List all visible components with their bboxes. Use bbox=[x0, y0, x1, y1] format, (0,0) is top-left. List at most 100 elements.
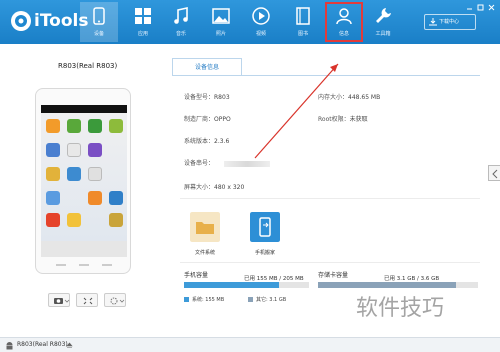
model-label: 设备型号： bbox=[184, 94, 215, 101]
section-divider bbox=[180, 198, 480, 199]
side-panel-toggle[interactable] bbox=[488, 165, 500, 181]
nav-toolbox[interactable]: 工具箱 bbox=[364, 2, 402, 42]
phone-move-button[interactable]: 手机搬家 bbox=[240, 212, 290, 256]
download-center-button[interactable]: 下载中心 bbox=[424, 14, 476, 30]
book-icon bbox=[296, 7, 310, 25]
phone-hardware-buttons bbox=[56, 264, 112, 266]
fullscreen-button[interactable] bbox=[76, 293, 98, 307]
app-icon bbox=[46, 191, 60, 205]
serial-value-blurred bbox=[224, 160, 271, 167]
nav-apps[interactable]: 应用 bbox=[124, 2, 162, 42]
nav-video-label: 视频 bbox=[255, 31, 266, 37]
info-version: 系统版本：2.3.6 bbox=[184, 136, 229, 145]
wrench-icon bbox=[376, 8, 391, 23]
nav-books-label: 图书 bbox=[297, 31, 308, 37]
info-vendor: 制造厂商：OPPO bbox=[184, 114, 231, 123]
music-app-icon bbox=[88, 143, 102, 157]
nav-books[interactable]: 图书 bbox=[284, 2, 322, 42]
phone-icon bbox=[93, 7, 105, 25]
screenshot-button[interactable] bbox=[48, 293, 70, 307]
nav-device-label: 设备 bbox=[93, 31, 104, 37]
minimize-icon[interactable] bbox=[466, 4, 473, 11]
video-icon bbox=[252, 7, 270, 25]
app-icon bbox=[109, 119, 123, 133]
vendor-label: 制造厂商： bbox=[184, 116, 215, 123]
nav-device[interactable]: 设备 bbox=[80, 2, 118, 42]
app-icon bbox=[88, 191, 102, 205]
other-legend-text: 其它: 3.1 GB bbox=[256, 297, 287, 303]
app-icon bbox=[46, 213, 60, 227]
section-divider bbox=[180, 262, 480, 263]
nav-music[interactable]: 音乐 bbox=[162, 2, 200, 42]
app-icon bbox=[67, 213, 81, 227]
nav-info-label: 信息 bbox=[338, 31, 349, 37]
nav-info[interactable]: 信息 bbox=[325, 2, 363, 42]
phone-storage-label: 手机容量 bbox=[184, 272, 209, 279]
chevron-left-icon bbox=[492, 169, 498, 179]
folder-icon bbox=[190, 212, 220, 242]
model-value: R803 bbox=[214, 94, 230, 101]
app-icon bbox=[109, 213, 123, 227]
info-root: Root权限：未获取 bbox=[318, 114, 368, 123]
file-system-button[interactable]: 文件系统 bbox=[180, 212, 230, 256]
apps-icon bbox=[135, 8, 151, 24]
fullscreen-icon bbox=[83, 297, 93, 305]
memory-label: 内存大小： bbox=[318, 94, 349, 101]
resolution-label: 屏幕大小： bbox=[184, 184, 215, 191]
sd-storage-used: 已用 3.1 GB / 3.6 GB bbox=[384, 276, 440, 282]
tab-device-info[interactable]: 设备信息 bbox=[172, 58, 242, 76]
itools-logo-icon bbox=[11, 11, 31, 31]
resolution-value: 480 x 320 bbox=[214, 184, 245, 191]
status-bar: R803(Real R803) bbox=[0, 337, 500, 352]
app-icon bbox=[67, 143, 81, 157]
phone-storage-bar bbox=[184, 282, 309, 288]
nav-toolbox-label: 工具箱 bbox=[375, 31, 391, 37]
info-memory: 内存大小：448.65 MB bbox=[318, 92, 380, 101]
tab-divider bbox=[172, 75, 480, 76]
system-legend-text: 系统: 155 MB bbox=[192, 297, 225, 303]
status-device-name: R803(Real R803) bbox=[17, 341, 68, 348]
root-value: 未获取 bbox=[349, 116, 368, 123]
phone-storage-fill bbox=[184, 282, 279, 288]
system-swatch bbox=[184, 297, 189, 302]
maximize-icon[interactable] bbox=[477, 4, 484, 11]
sd-storage-fill bbox=[318, 282, 456, 288]
phone-statusbar bbox=[41, 105, 127, 113]
nav-apps-label: 应用 bbox=[137, 31, 148, 37]
info-resolution: 屏幕大小：480 x 320 bbox=[184, 182, 244, 191]
nav-video[interactable]: 视频 bbox=[242, 2, 280, 42]
phone-app-icon bbox=[88, 119, 102, 133]
refresh-button[interactable] bbox=[104, 293, 126, 307]
app-icon bbox=[46, 119, 60, 133]
eject-icon[interactable] bbox=[66, 342, 73, 349]
serial-label: 设备串号： bbox=[184, 160, 215, 167]
root-label: Root权限： bbox=[318, 116, 350, 123]
info-model: 设备型号：R803 bbox=[184, 92, 230, 101]
memory-value: 448.65 MB bbox=[348, 94, 381, 101]
nav-photos-label: 照片 bbox=[215, 31, 226, 37]
system-legend: 系统: 155 MB bbox=[184, 296, 224, 303]
download-center-label: 下载中心 bbox=[439, 19, 460, 25]
phone-move-label: 手机搬家 bbox=[254, 250, 275, 256]
phone-storage-used: 已用 155 MB / 205 MB bbox=[244, 276, 304, 282]
app-icon bbox=[67, 167, 81, 181]
camera-icon bbox=[54, 298, 70, 304]
close-icon[interactable] bbox=[488, 4, 495, 11]
watermark: 软件技巧 bbox=[356, 296, 445, 321]
app-icon bbox=[46, 143, 60, 157]
nav-photos[interactable]: 照片 bbox=[202, 2, 240, 42]
app-icon bbox=[46, 167, 60, 181]
app-icon bbox=[88, 167, 102, 181]
music-icon bbox=[174, 7, 188, 24]
app-icon bbox=[67, 119, 81, 133]
info-serial: 设备串号： bbox=[184, 158, 271, 167]
person-icon bbox=[336, 8, 352, 25]
vendor-value: OPPO bbox=[214, 116, 231, 123]
other-swatch bbox=[248, 297, 253, 302]
sd-storage-bar bbox=[318, 282, 478, 288]
phone-transfer-icon bbox=[250, 212, 280, 242]
top-toolbar: iTools 设备 应用 音乐 照片 视频 图书 信息 工具箱 下载中心 bbox=[0, 0, 500, 44]
android-icon bbox=[6, 342, 13, 350]
download-icon bbox=[429, 18, 437, 26]
loading-icon bbox=[110, 297, 125, 305]
